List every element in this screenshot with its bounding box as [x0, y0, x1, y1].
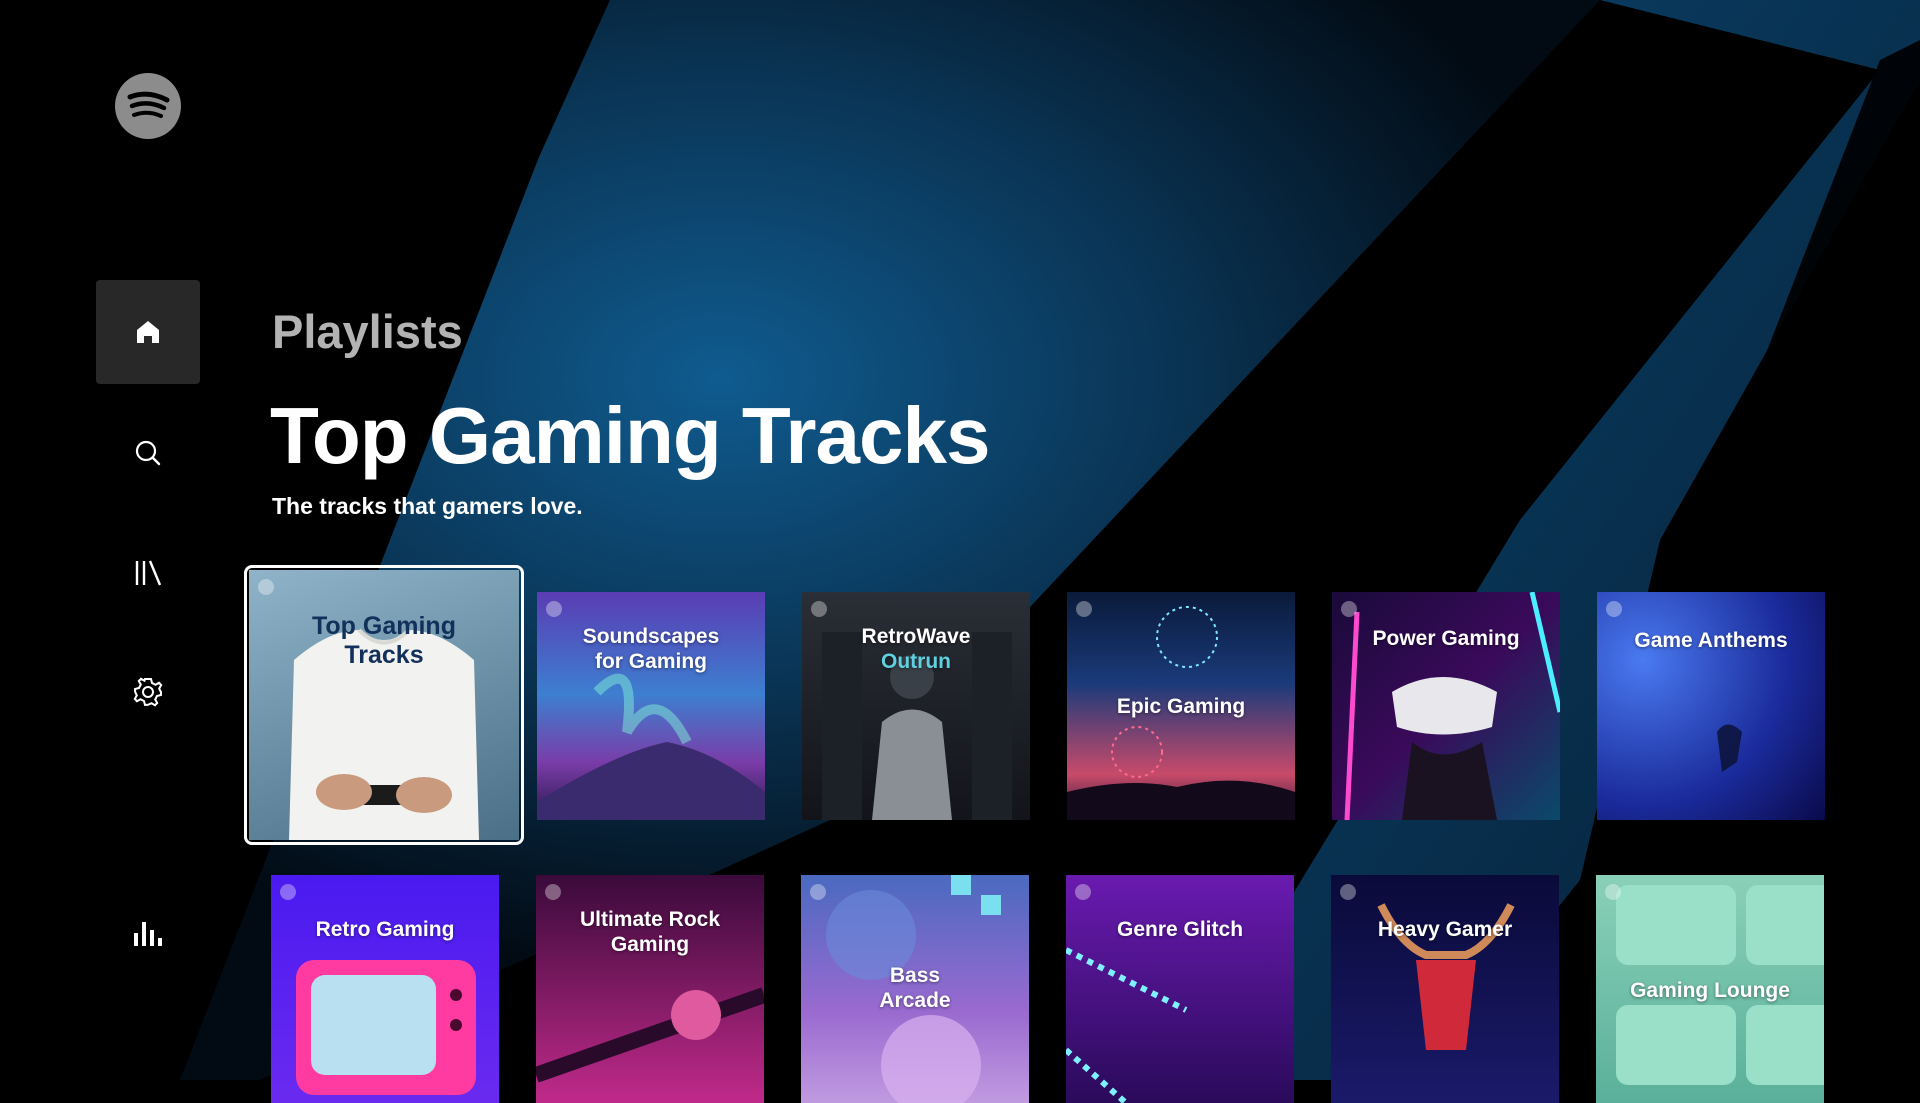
spotify-badge-icon	[1076, 601, 1092, 617]
playlist-tile-retrowave[interactable]: RetroWave Outrun	[802, 592, 1030, 820]
spotify-badge-icon	[1340, 884, 1356, 900]
spotify-badge-icon	[1075, 884, 1091, 900]
spotify-badge-icon	[1605, 884, 1621, 900]
gear-icon	[133, 677, 163, 707]
playlist-tile-heavy-gamer[interactable]: Heavy Gamer	[1331, 875, 1559, 1103]
cover-art	[1066, 947, 1188, 1103]
nav-home[interactable]	[96, 280, 200, 384]
category-label: Playlists	[272, 305, 463, 358]
tile-label: Epic Gaming	[1116, 695, 1246, 718]
equalizer-icon	[134, 922, 162, 946]
spotify-badge-icon	[1341, 601, 1357, 617]
spotify-badge-icon	[280, 884, 296, 900]
page-title: Top Gaming Tracks	[270, 391, 990, 480]
spotify-badge-icon	[810, 884, 826, 900]
cover-art	[296, 960, 476, 1095]
playlist-tile-epic-gaming[interactable]: Epic Gaming	[1067, 592, 1295, 820]
tile-label: Heavy Gamer	[1377, 918, 1513, 941]
spotify-badge-icon	[546, 601, 562, 617]
spotify-badge-icon	[258, 579, 274, 595]
playlist-tile-top-gaming-tracks[interactable]: Top Gaming Tracks	[249, 570, 519, 840]
playlist-tile-retro-gaming[interactable]: Retro Gaming	[271, 875, 499, 1103]
playlist-tile-ultimate-rock[interactable]: Ultimate Rock Gaming	[536, 875, 764, 1103]
playlist-tile-gaming-lounge[interactable]: Gaming Lounge	[1596, 875, 1824, 1103]
spotify-badge-icon	[811, 601, 827, 617]
tile-label: Power Gaming	[1372, 627, 1520, 650]
spotify-badge-icon	[1606, 601, 1622, 617]
cover-art	[1717, 724, 1742, 772]
cover-art	[289, 628, 479, 840]
tile-label: Soundscapes for Gaming	[582, 625, 720, 673]
tile-label: RetroWave Outrun	[861, 625, 971, 673]
library-icon	[135, 560, 162, 586]
playlist-tile-soundscapes[interactable]: Soundscapes for Gaming	[537, 592, 765, 820]
playlist-tile-game-anthems[interactable]: Game Anthems	[1597, 592, 1825, 820]
tile-label: Ultimate Rock Gaming	[579, 908, 721, 956]
nav-library[interactable]	[96, 521, 200, 625]
nav-settings[interactable]	[96, 640, 200, 744]
page-subtitle: The tracks that gamers love.	[272, 493, 583, 519]
nav-stats[interactable]	[96, 881, 200, 985]
spotify-logo	[115, 73, 181, 139]
home-icon	[137, 321, 159, 343]
tile-label: Game Anthems	[1634, 629, 1788, 652]
playlist-tile-bass-arcade[interactable]: Bass Arcade	[801, 875, 1029, 1103]
nav-search[interactable]	[96, 401, 200, 505]
spotify-badge-icon	[545, 884, 561, 900]
playlist-tile-power-gaming[interactable]: Power Gaming	[1332, 592, 1560, 820]
search-icon	[135, 440, 161, 466]
cover-art	[1377, 903, 1515, 1050]
tile-label: Genre Glitch	[1116, 918, 1244, 941]
playlist-tile-genre-glitch[interactable]: Genre Glitch	[1066, 875, 1294, 1103]
tile-label: Gaming Lounge	[1630, 979, 1790, 1002]
tile-label: Retro Gaming	[315, 918, 455, 941]
tile-label: Bass Arcade	[879, 964, 951, 1012]
tile-label: Top Gaming Tracks	[312, 612, 456, 669]
